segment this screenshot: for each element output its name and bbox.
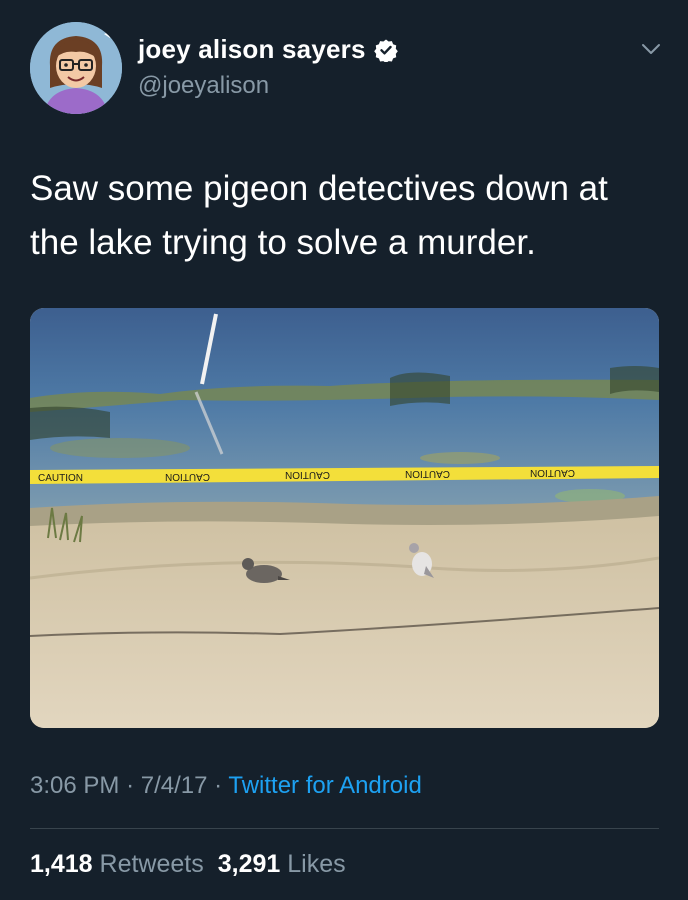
chevron-down-icon[interactable]: [640, 38, 662, 60]
caution-tape-text: CAUTION: [530, 467, 575, 478]
tweet-card: joey alison sayers @joeyalison Saw some …: [0, 0, 688, 900]
tweet-text: Saw some pigeon detectives down at the l…: [30, 169, 608, 262]
engagement-stats: 1,418 Retweets 3,291 Likes: [30, 850, 346, 879]
caution-tape-text: CAUTION: [405, 468, 450, 479]
tweet-meta: 3:06 PM · 7/4/17 · Twitter for Android: [30, 772, 422, 800]
tweet-time[interactable]: 3:06 PM: [30, 772, 119, 799]
lake-photo-image: CAUTION CAUTION CAUTION CAUTION CAUTION: [30, 308, 659, 728]
tweet-photo[interactable]: CAUTION CAUTION CAUTION CAUTION CAUTION: [30, 308, 659, 728]
tweet-source-link[interactable]: Twitter for Android: [228, 772, 421, 799]
retweets-count: 1,418: [30, 850, 93, 878]
verified-badge-icon: [373, 38, 398, 63]
avatar[interactable]: [30, 22, 122, 114]
meta-separator: ·: [214, 772, 223, 799]
likes-stat[interactable]: 3,291 Likes: [218, 850, 346, 878]
caution-tape-text: CAUTION: [285, 469, 330, 480]
cartoon-avatar-icon: [30, 22, 122, 114]
retweets-label: Retweets: [99, 850, 204, 878]
retweets-stat[interactable]: 1,418 Retweets: [30, 850, 204, 878]
caution-tape-text: CAUTION: [38, 473, 83, 484]
meta-separator: ·: [126, 772, 135, 799]
caution-tape-text: CAUTION: [165, 471, 210, 482]
author-handle[interactable]: @joeyalison: [138, 72, 269, 100]
tweet-date[interactable]: 7/4/17: [141, 772, 208, 799]
likes-count: 3,291: [217, 850, 281, 878]
likes-label: Likes: [287, 850, 346, 878]
author-display-name[interactable]: joey alison sayers: [138, 34, 366, 65]
divider: [30, 828, 659, 829]
author-name-row[interactable]: joey alison sayers: [138, 34, 398, 65]
